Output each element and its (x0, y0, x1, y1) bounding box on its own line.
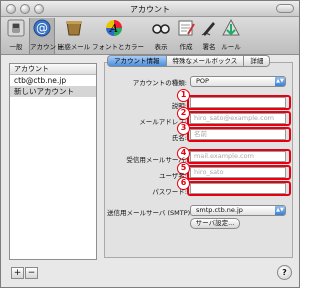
switch-icon (7, 19, 25, 37)
account-list-item[interactable]: ctb@ctb.ne.jp (10, 75, 96, 86)
popup-arrows-icon: ▲▼ (275, 206, 285, 215)
tab-mailbox-behaviors[interactable]: 特殊なメールボックス (166, 55, 245, 67)
password-field[interactable] (190, 183, 286, 194)
popup-arrows-icon: ▲▼ (275, 77, 285, 86)
smtp-label: 送信用メールサーバ (SMTP): (107, 209, 193, 217)
incoming-server-field[interactable]: mail.example.com (190, 151, 286, 162)
toolbar-label-junk-mail: 迷惑メール (57, 43, 91, 51)
glasses-icon (152, 24, 170, 34)
smtp-server-value: smtp.ctb.ne.jp (196, 206, 243, 214)
toolbar-item-rules[interactable]: ルール (220, 18, 242, 54)
font-color-icon: A (106, 20, 122, 36)
toolbar-item-general[interactable]: 一般 (3, 18, 29, 54)
title-bar: アカウント (1, 1, 299, 17)
window-title: アカウント (130, 5, 170, 14)
toolbar-item-composing[interactable]: 作成 (175, 18, 197, 54)
account-type-value: POP (196, 77, 209, 85)
toolbar-label-signatures: 署名 (202, 43, 216, 51)
at-sign-icon: @ (33, 19, 51, 37)
toolbar: 一般 @ アカウント 迷惑メール A フォントとカラー 表示 作成 署名 ルール (1, 17, 299, 55)
tab-account-information[interactable]: アカウント情報 (107, 55, 167, 67)
description-field[interactable] (190, 97, 286, 108)
server-settings-button[interactable]: サーバ設定... (190, 218, 240, 229)
password-label: パスワード: (152, 188, 187, 196)
remove-account-button[interactable]: − (25, 267, 38, 279)
toolbar-item-viewing[interactable]: 表示 (151, 18, 171, 54)
toolbar-label-composing: 作成 (179, 43, 193, 51)
incoming-server-label: 受信用メールサーバ: (126, 156, 187, 164)
user-name-field[interactable]: hiro_sato (190, 167, 286, 178)
rules-icon (222, 18, 240, 36)
toolbar-label-general: 一般 (9, 43, 23, 51)
account-type-label: アカウントの種類: (132, 79, 187, 87)
tab-advanced[interactable]: 詳細 (244, 55, 271, 67)
preferences-window: アカウント 一般 @ アカウント 迷惑メール A フォントとカラー 表示 作成 (0, 0, 300, 288)
email-label: メールアドレス: (139, 118, 187, 126)
description-label: 説明: (171, 102, 187, 110)
toolbar-label-fonts-colors: フォントとカラー (92, 43, 144, 51)
smtp-server-select[interactable]: smtp.ctb.ne.jp ▲▼ (190, 205, 286, 216)
toolbar-label-viewing: 表示 (154, 43, 168, 51)
account-list-item-selected[interactable]: 新しいアカウント (10, 86, 96, 97)
account-list[interactable]: アカウント ctb@ctb.ne.jp 新しいアカウント (9, 63, 97, 260)
toolbar-label-accounts: アカウント (30, 43, 63, 51)
user-name-label: ユーザ名: (158, 172, 187, 180)
pen-icon (201, 22, 215, 36)
toolbar-item-accounts[interactable]: @ アカウント (29, 18, 63, 54)
toolbar-item-fonts-colors[interactable]: A フォントとカラー (92, 18, 144, 54)
settings-tabs: アカウント情報 特殊なメールボックス 詳細 (107, 55, 271, 67)
add-account-button[interactable]: + (11, 267, 24, 279)
compose-icon (178, 20, 195, 36)
svg-text:A: A (109, 22, 118, 35)
toolbar-toggle-button[interactable] (276, 4, 294, 13)
toolbar-item-signatures[interactable]: 署名 (199, 18, 219, 54)
email-field[interactable]: hiro_sato@example.com (190, 113, 286, 124)
svg-text:@: @ (36, 21, 48, 35)
toolbar-item-junk-mail[interactable]: 迷惑メール (57, 18, 91, 54)
full-name-label: 氏名: (171, 134, 187, 142)
full-name-field[interactable]: 名前 (190, 129, 286, 140)
account-list-header: アカウント (10, 64, 96, 75)
account-type-select[interactable]: POP ▲▼ (190, 76, 286, 87)
toolbar-label-rules: ルール (221, 43, 241, 51)
help-button[interactable]: ? (277, 265, 292, 280)
junk-mail-icon (66, 21, 82, 36)
